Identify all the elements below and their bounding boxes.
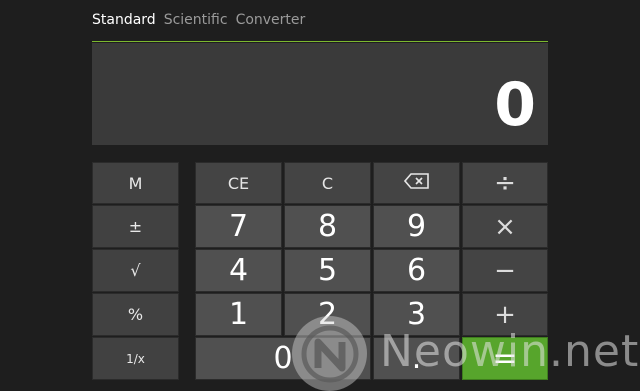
digit-5-button[interactable]: 5	[284, 249, 371, 292]
digit-4-button[interactable]: 4	[195, 249, 282, 292]
digit-6-button[interactable]: 6	[373, 249, 460, 292]
add-button[interactable]: +	[462, 293, 548, 336]
backspace-button[interactable]	[373, 162, 460, 204]
plus-minus-button[interactable]: ±	[92, 205, 179, 248]
tab-underline	[92, 41, 548, 42]
display-value: 0	[494, 70, 536, 140]
digit-0-button[interactable]: 0	[195, 337, 371, 380]
clear-button[interactable]: C	[284, 162, 371, 204]
digit-7-button[interactable]: 7	[195, 205, 282, 248]
digit-9-button[interactable]: 9	[373, 205, 460, 248]
equals-button[interactable]: =	[462, 337, 548, 380]
divide-button[interactable]: ÷	[462, 162, 548, 204]
digit-1-button[interactable]: 1	[195, 293, 282, 336]
digit-8-button[interactable]: 8	[284, 205, 371, 248]
decimal-button[interactable]: .	[373, 337, 460, 380]
digit-2-button[interactable]: 2	[284, 293, 371, 336]
memory-button[interactable]: M	[92, 162, 179, 204]
tab-scientific[interactable]: Scientific	[164, 10, 228, 30]
clear-entry-button[interactable]: CE	[195, 162, 282, 204]
tab-converter[interactable]: Converter	[236, 10, 306, 30]
mode-tabs: Standard Scientific Converter	[92, 10, 305, 30]
digit-3-button[interactable]: 3	[373, 293, 460, 336]
percent-button[interactable]: %	[92, 293, 179, 336]
multiply-button[interactable]: ×	[462, 205, 548, 248]
subtract-button[interactable]: −	[462, 249, 548, 292]
result-display: 0	[92, 43, 548, 145]
backspace-icon	[403, 173, 430, 193]
tab-standard[interactable]: Standard	[92, 10, 156, 30]
square-root-button[interactable]: √	[92, 249, 179, 292]
reciprocal-button[interactable]: 1/x	[92, 337, 179, 380]
